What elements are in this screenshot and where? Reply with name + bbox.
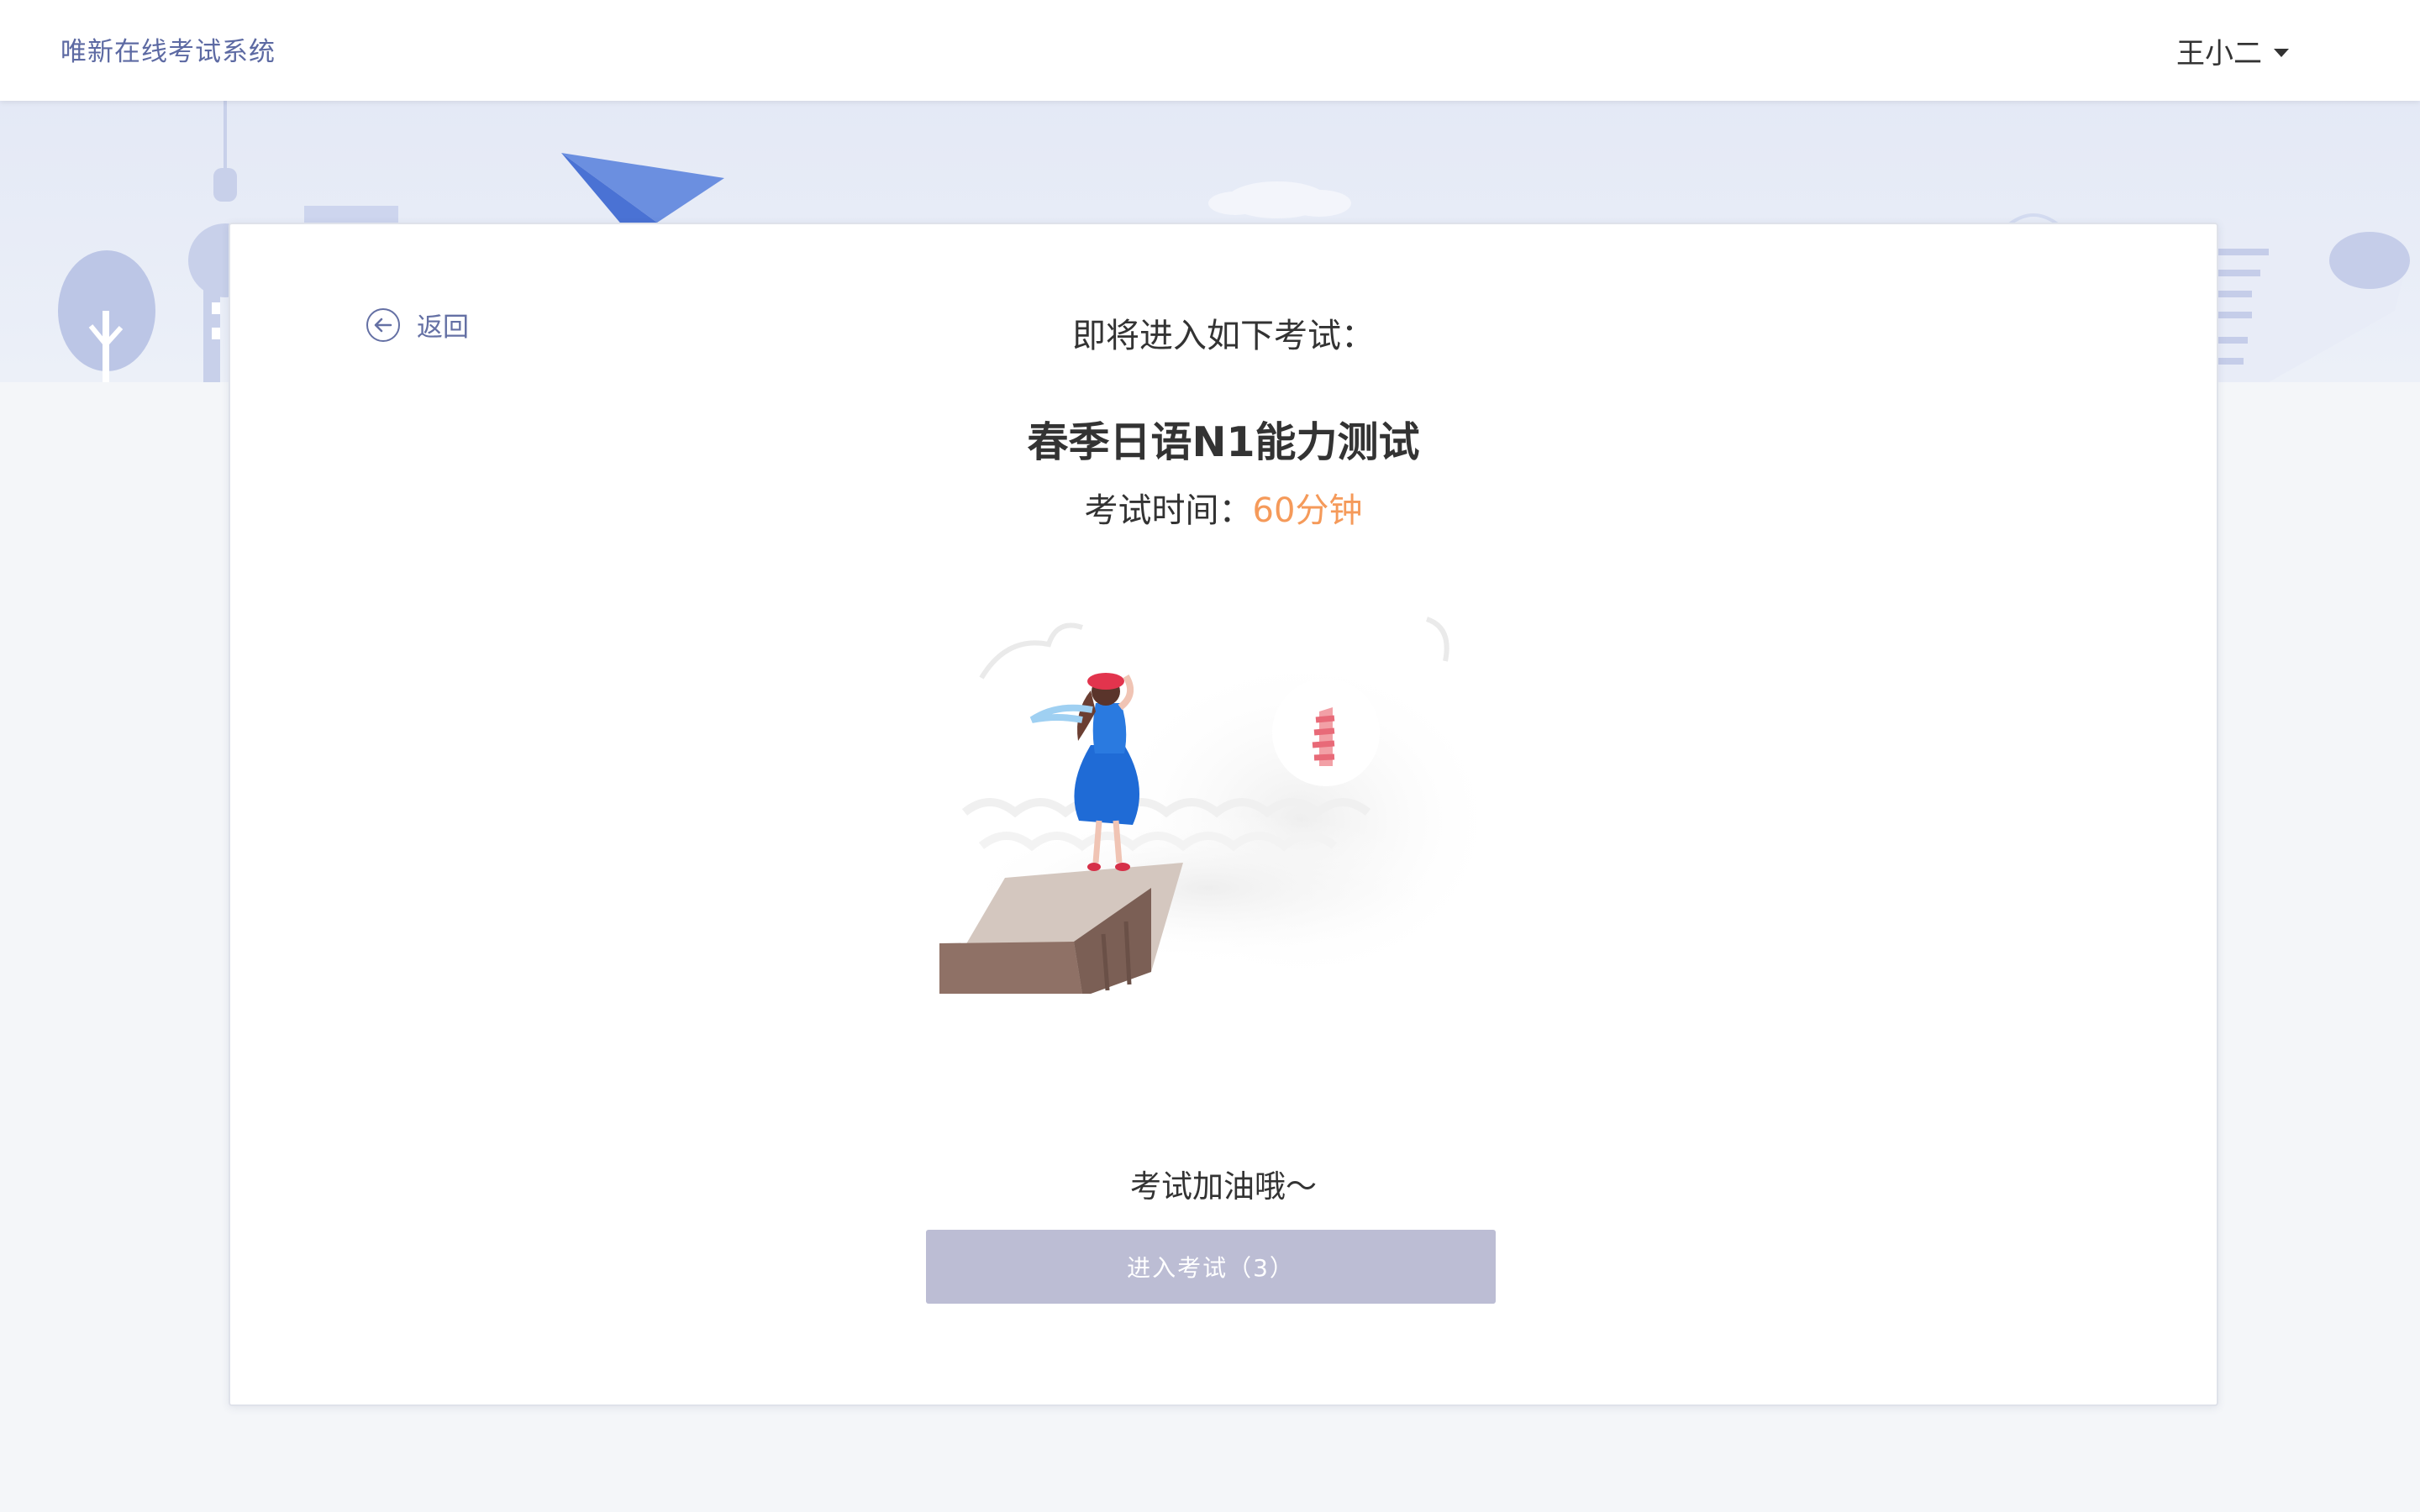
girl-on-cliff-illustration	[939, 617, 1502, 994]
top-bar: 唯新在线考试系统 王小二	[0, 0, 2420, 101]
enter-exam-button[interactable]: 进入考试（3）	[926, 1230, 1496, 1304]
encouragement-text: 考试加油哦～	[1130, 1168, 1317, 1205]
exam-duration-label: 考试时间：	[1084, 491, 1253, 530]
user-menu[interactable]: 王小二	[2176, 30, 2289, 71]
exam-duration-value: 60分钟	[1252, 491, 1363, 530]
caret-down-icon	[2274, 48, 2289, 57]
exam-duration: 考试时间：60分钟	[230, 483, 2217, 532]
exam-title: 春季日语N1能力测试	[1027, 418, 1420, 466]
lead-text: 即将进入如下考试：	[1072, 317, 1375, 355]
app-title: 唯新在线考试系统	[60, 37, 276, 67]
exam-entry-card: 返回 即将进入如下考试： 春季日语N1能力测试 考试时间：60分钟 考试加油哦～…	[229, 223, 2218, 1406]
user-name: 王小二	[2176, 37, 2262, 71]
